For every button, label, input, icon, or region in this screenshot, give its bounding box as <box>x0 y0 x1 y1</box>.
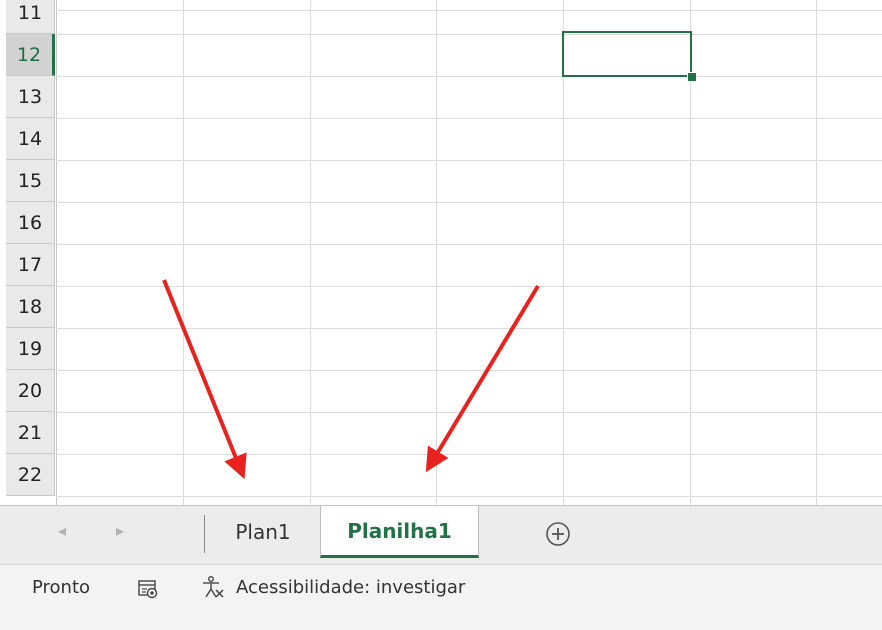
row-gridline <box>56 160 882 161</box>
fill-handle[interactable] <box>687 72 697 82</box>
status-ready-text: Pronto <box>32 577 91 598</box>
tab-separator <box>204 515 205 553</box>
row-header-16[interactable]: 16 <box>6 202 55 244</box>
scroll-tabs-right-button[interactable]: ▸ <box>116 521 124 540</box>
row-gridline <box>56 370 882 371</box>
row-gridline <box>56 244 882 245</box>
status-bar: Pronto Acessibilidade: investigar <box>0 564 882 614</box>
row-header-13[interactable]: 13 <box>6 76 55 118</box>
row-gridline <box>56 118 882 119</box>
row-header-12[interactable]: 12 <box>6 34 55 76</box>
row-header-14[interactable]: 14 <box>6 118 55 160</box>
row-header-20[interactable]: 20 <box>6 370 55 412</box>
row-header-17[interactable]: 17 <box>6 244 55 286</box>
row-gridline <box>56 328 882 329</box>
macro-recorder-icon[interactable] <box>137 578 159 600</box>
row-gridline <box>56 34 882 35</box>
accessibility-status-text[interactable]: Acessibilidade: investigar <box>236 577 465 598</box>
plus-circle-icon[interactable] <box>544 520 572 548</box>
worksheet-grid[interactable]: 11 12 13 14 15 16 17 18 19 20 21 22 <box>0 0 882 505</box>
row-header-15[interactable]: 15 <box>6 160 55 202</box>
row-gridline <box>56 496 882 497</box>
row-gridline <box>56 10 882 11</box>
status-bar-bottom-strip <box>0 614 882 630</box>
sheet-tab-planilha1[interactable]: Planilha1 <box>320 506 479 558</box>
sheet-tab-bar: ◂ ▸ Plan1 Planilha1 <box>0 505 882 564</box>
row-gridline <box>56 454 882 455</box>
selected-cell[interactable] <box>562 31 692 77</box>
row-gridline <box>56 202 882 203</box>
sheet-tab-plan1[interactable]: Plan1 <box>208 506 318 558</box>
row-header-22[interactable]: 22 <box>6 454 55 496</box>
row-gridline <box>56 286 882 287</box>
row-gridline <box>56 412 882 413</box>
row-header-11[interactable]: 11 <box>6 0 55 34</box>
row-header-19[interactable]: 19 <box>6 328 55 370</box>
row-header-18[interactable]: 18 <box>6 286 55 328</box>
scroll-tabs-left-button[interactable]: ◂ <box>58 521 66 540</box>
row-gridline <box>56 76 882 77</box>
accessibility-icon[interactable] <box>200 575 226 601</box>
row-header-21[interactable]: 21 <box>6 412 55 454</box>
